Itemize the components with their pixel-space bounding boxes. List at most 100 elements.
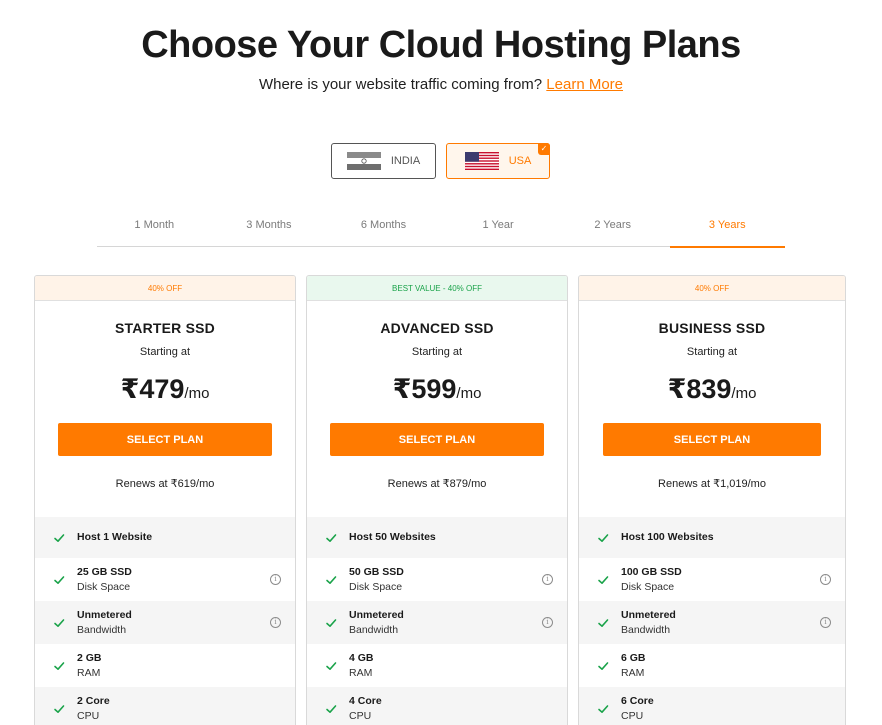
renewal-price: Renews at ₹879/mo	[387, 478, 487, 490]
subtitle-text: Where is your website traffic coming fro…	[258, 76, 543, 93]
plan-price: ₹839/mo	[579, 374, 845, 405]
feature-list: Host 50 Websites 50 GB SSD Disk Space i Unme…	[307, 517, 567, 725]
check-icon	[54, 618, 65, 627]
tab-3-years[interactable]: 3 Years	[669, 212, 785, 248]
check-icon	[598, 533, 609, 542]
check-icon	[326, 533, 337, 542]
feature-item: 25 GB SSD Disk Space i	[35, 558, 295, 601]
feature-text: 6 GB RAM	[621, 651, 646, 681]
feature-text: 50 GB SSD Disk Space	[349, 565, 404, 595]
tab-1-month[interactable]: 1 Month	[97, 212, 212, 246]
select-plan-button[interactable]: SELECT PLAN	[330, 423, 544, 456]
selected-check-icon: ✓	[538, 143, 550, 155]
feature-text: 25 GB SSD Disk Space	[77, 565, 132, 595]
select-plan-button[interactable]: SELECT PLAN	[603, 423, 821, 456]
feature-text: 6 Core CPU	[621, 694, 654, 724]
plan-name: BUSINESS SSD	[658, 320, 766, 336]
info-icon[interactable]: i	[820, 616, 831, 628]
feature-item: Host 100 Websites	[579, 517, 845, 558]
check-icon	[326, 575, 337, 584]
plan-price: ₹479/mo	[35, 374, 295, 405]
feature-list: Host 100 Websites 100 GB SSD Disk Space i Un…	[579, 517, 845, 725]
region-india-button[interactable]: INDIA	[331, 143, 436, 179]
feature-text: Host 50 Websites	[349, 530, 436, 545]
feature-label: RAM	[349, 666, 373, 679]
price-amount: ₹839	[667, 374, 732, 404]
feature-label: Bandwidth	[621, 623, 671, 636]
plan-card-business: 40% OFF BUSINESS SSD Starting at ₹839/mo SEL…	[578, 275, 846, 725]
feature-label: RAM	[621, 666, 645, 679]
feature-item: Unmetered Bandwidth i	[35, 601, 295, 644]
check-icon	[54, 704, 65, 713]
check-icon	[598, 575, 609, 584]
feature-item: 4 Core CPU	[307, 687, 567, 725]
feature-text: Unmetered Bandwidth	[77, 608, 132, 638]
tab-1-year[interactable]: 1 Year	[441, 212, 556, 246]
page-subtitle: Where is your website traffic coming fro…	[0, 76, 882, 93]
info-icon[interactable]: i	[542, 573, 553, 585]
check-icon	[54, 661, 65, 670]
info-icon[interactable]: i	[270, 573, 281, 585]
feature-value: Unmetered	[621, 608, 676, 621]
usa-flag-icon	[464, 152, 499, 170]
feature-text: Unmetered Bandwidth	[621, 608, 676, 638]
feature-label: Disk Space	[621, 580, 675, 593]
price-period: /mo	[456, 385, 482, 402]
feature-value: 4 GB	[349, 651, 374, 664]
plan-card-advanced: BEST VALUE - 40% OFF ADVANCED SSD Starting…	[306, 275, 568, 725]
feature-value: 100 GB SSD	[621, 565, 682, 578]
discount-badge: 40% OFF	[579, 276, 845, 301]
starting-at-label: Starting at	[411, 346, 463, 358]
page-title: Choose Your Cloud Hosting Plans	[141, 24, 741, 66]
feature-value: Unmetered	[77, 608, 132, 621]
feature-label: CPU	[77, 709, 100, 722]
plan-card-starter: 40% OFF STARTER SSD Starting at ₹479/mo SELE…	[34, 275, 296, 725]
feature-item: 100 GB SSD Disk Space i	[579, 558, 845, 601]
feature-item: 2 Core CPU	[35, 687, 295, 725]
feature-text: 4 GB RAM	[349, 651, 374, 681]
region-usa-button[interactable]: USA ✓	[446, 143, 550, 179]
learn-more-link[interactable]: Learn More	[546, 76, 623, 93]
feature-item: 2 GB RAM	[35, 644, 295, 687]
discount-badge: BEST VALUE - 40% OFF	[307, 276, 567, 301]
check-icon	[54, 575, 65, 584]
info-icon[interactable]: i	[820, 573, 831, 585]
feature-value: Host 1 Website	[77, 531, 153, 543]
region-india-label: INDIA	[390, 155, 421, 167]
feature-label: CPU	[349, 709, 372, 722]
info-icon[interactable]: i	[542, 616, 553, 628]
feature-text: 2 GB RAM	[77, 651, 102, 681]
info-icon[interactable]: i	[270, 616, 281, 628]
feature-text: Unmetered Bandwidth	[349, 608, 404, 638]
feature-value: Unmetered	[349, 608, 404, 621]
feature-item: Unmetered Bandwidth i	[307, 601, 567, 644]
feature-text: Host 1 Website	[77, 530, 152, 545]
plan-name: STARTER SSD	[115, 320, 215, 336]
feature-label: RAM	[77, 666, 101, 679]
feature-label: Disk Space	[349, 580, 403, 593]
feature-value: 50 GB SSD	[349, 565, 404, 578]
select-plan-button[interactable]: SELECT PLAN	[58, 423, 272, 456]
feature-value: 6 GB	[621, 651, 646, 664]
feature-value: 25 GB SSD	[77, 565, 132, 578]
check-icon	[54, 533, 65, 542]
tab-2-years[interactable]: 2 Years	[555, 212, 670, 246]
check-icon	[326, 661, 337, 670]
feature-item: 50 GB SSD Disk Space i	[307, 558, 567, 601]
feature-list: Host 1 Website 25 GB SSD Disk Space i Unmete…	[35, 517, 295, 725]
feature-item: Unmetered Bandwidth i	[579, 601, 845, 644]
check-icon	[598, 661, 609, 670]
feature-text: Host 100 Websites	[621, 530, 714, 545]
feature-item: Host 1 Website	[35, 517, 295, 558]
feature-text: 4 Core CPU	[349, 694, 382, 724]
price-period: /mo	[731, 385, 757, 402]
feature-value: Host 100 Websites	[621, 531, 714, 543]
discount-badge: 40% OFF	[35, 276, 295, 301]
tab-6-months[interactable]: 6 Months	[326, 212, 441, 246]
tab-3-months[interactable]: 3 Months	[212, 212, 327, 246]
billing-duration-tabs: 1 Month 3 Months 6 Months 1 Year 2 Years…	[97, 212, 785, 248]
feature-text: 100 GB SSD Disk Space	[621, 565, 682, 595]
check-icon	[326, 618, 337, 627]
price-amount: ₹599	[392, 374, 457, 404]
feature-label: Disk Space	[77, 580, 131, 593]
